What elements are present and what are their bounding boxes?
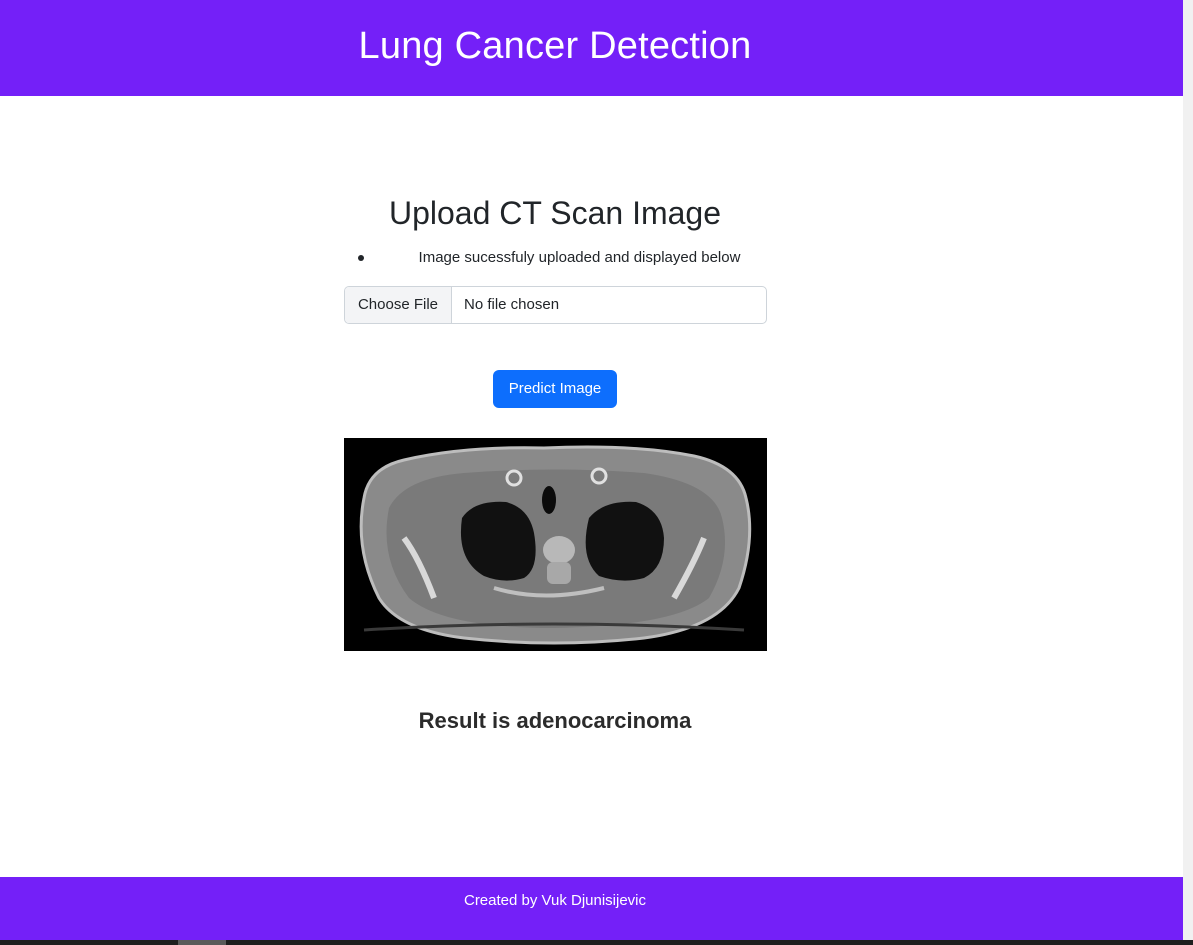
taskbar	[0, 940, 1193, 945]
choose-file-button[interactable]: Choose File	[345, 287, 452, 323]
ct-scan-illustration	[344, 438, 767, 651]
flash-message-text: Image sucessfuly uploaded and displayed …	[418, 249, 741, 266]
predict-image-button[interactable]: Predict Image	[493, 370, 617, 408]
upload-heading: Upload CT Scan Image	[388, 195, 722, 231]
footer-bar: Created by Vuk Djunisijevic	[0, 877, 1183, 940]
prediction-result: Result is adenocarcinoma	[418, 708, 692, 733]
file-input[interactable]: Choose File No file chosen	[344, 286, 767, 324]
footer-credit: Created by Vuk Djunisijevic	[463, 892, 647, 909]
header-bar: Lung Cancer Detection	[0, 0, 1183, 96]
ct-scan-image	[344, 438, 767, 651]
taskbar-item[interactable]	[178, 940, 226, 945]
flash-message-item: Image sucessfuly uploaded and displayed …	[344, 246, 767, 270]
file-status-text: No file chosen	[464, 296, 560, 313]
app-title: Lung Cancer Detection	[358, 25, 752, 67]
flash-messages: Image sucessfuly uploaded and displayed …	[344, 246, 767, 270]
scrollbar-track[interactable]	[1183, 0, 1193, 945]
bullet-icon	[358, 255, 364, 261]
